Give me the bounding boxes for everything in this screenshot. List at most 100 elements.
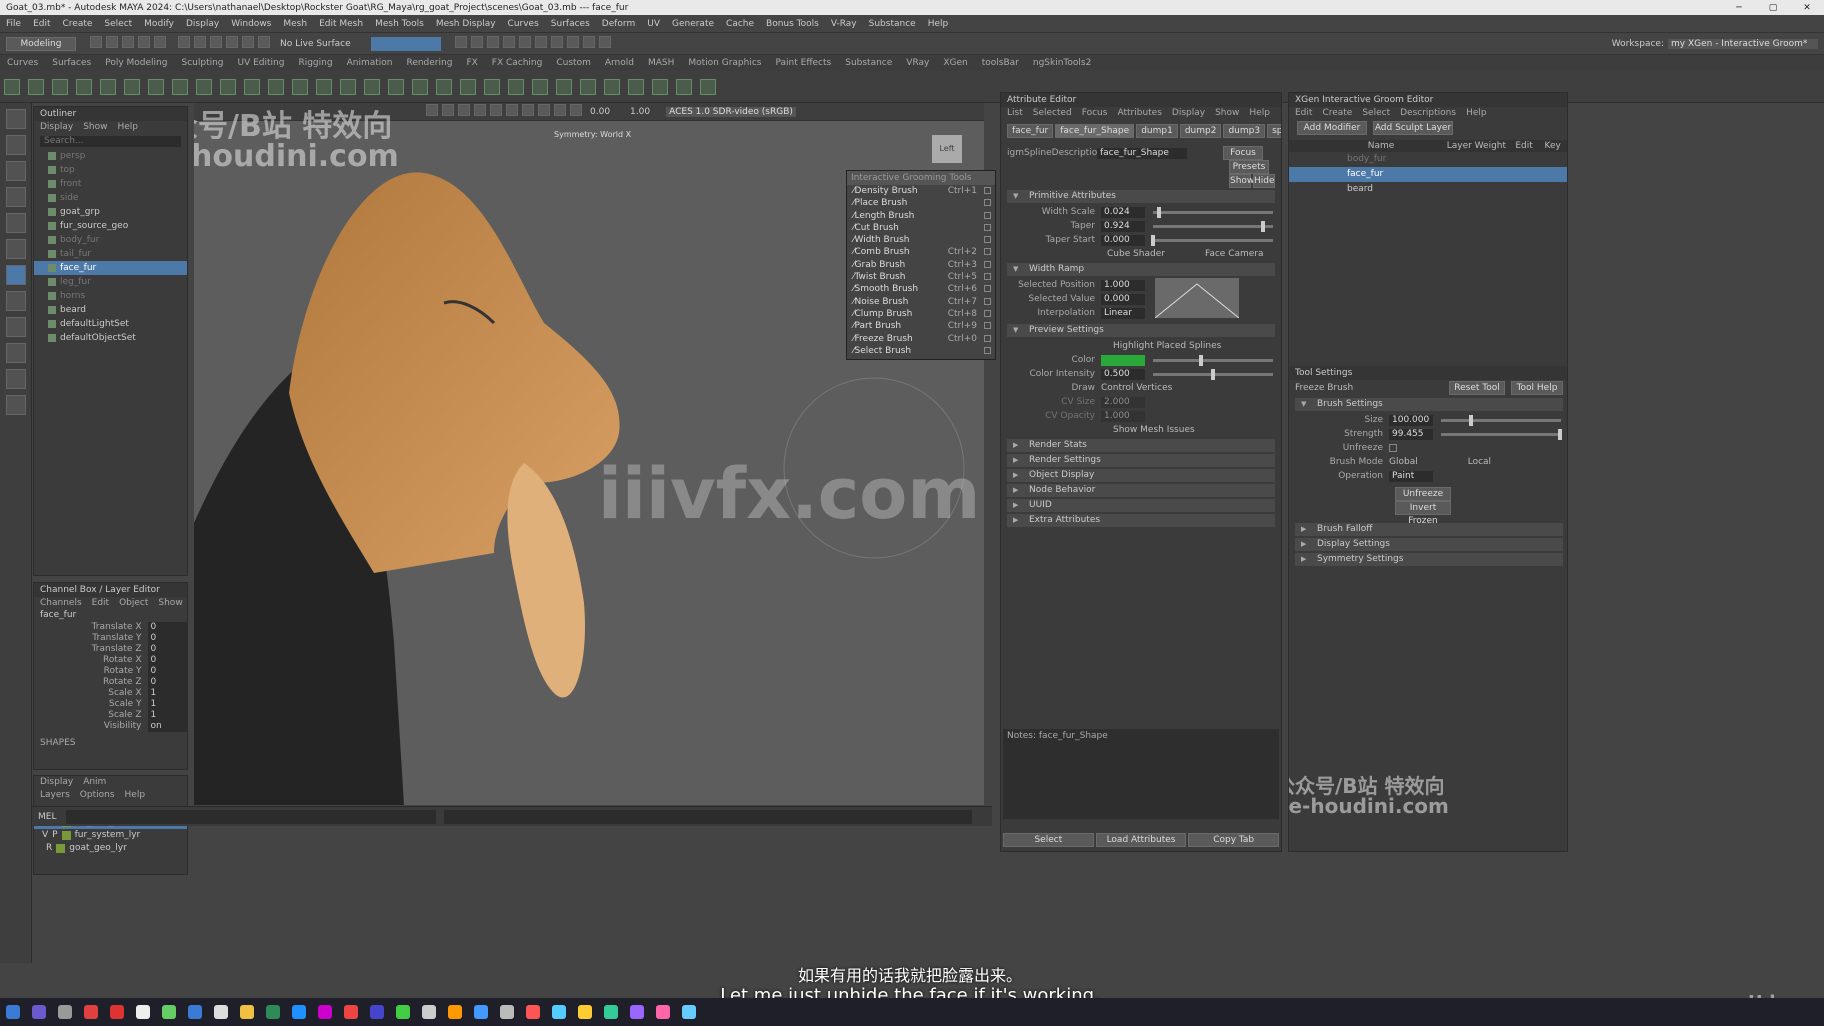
brush-option-box[interactable] bbox=[984, 309, 991, 317]
channel-row[interactable]: Scale X 1 bbox=[34, 688, 187, 699]
menu-mesh-display[interactable]: Mesh Display bbox=[430, 19, 502, 29]
taskbar-app-icon[interactable] bbox=[136, 1005, 150, 1019]
shelf-tool-icon[interactable] bbox=[220, 78, 236, 95]
taskbar-app-icon[interactable] bbox=[604, 1005, 618, 1019]
taskbar-app-icon[interactable] bbox=[58, 1005, 72, 1019]
brush-item[interactable]: ⁄ Density Brush Ctrl+1 bbox=[847, 185, 995, 197]
brush-option-box[interactable] bbox=[984, 236, 991, 244]
shelf-tab-sculpting[interactable]: Sculpting bbox=[174, 58, 230, 68]
ae-menu-list[interactable]: List bbox=[1007, 107, 1023, 120]
ae-load-attributes-button[interactable]: Load Attributes bbox=[1095, 833, 1187, 847]
xgen-row[interactable]: body_fur bbox=[1289, 152, 1567, 167]
channel-row[interactable]: Scale Y 1 bbox=[34, 699, 187, 710]
brush-item[interactable]: ⁄ Grab Brush Ctrl+3 bbox=[847, 259, 995, 271]
shelf-tool-icon[interactable] bbox=[4, 78, 20, 95]
outliner-menu-show[interactable]: Show bbox=[83, 121, 107, 134]
lasso-tool-icon[interactable] bbox=[6, 135, 26, 155]
brush-item[interactable]: ⁄ Place Brush bbox=[847, 197, 995, 209]
strength-handle[interactable] bbox=[1557, 428, 1562, 440]
layer-playback[interactable]: R bbox=[46, 842, 52, 855]
outliner-item[interactable]: leg_fur bbox=[34, 275, 187, 289]
menu-modify[interactable]: Modify bbox=[138, 19, 180, 29]
shelf-tab-animation[interactable]: Animation bbox=[340, 58, 400, 68]
xgen-section[interactable]: Brush Falloff bbox=[1295, 523, 1563, 536]
mesh-issues-checkbox[interactable]: Show Mesh Issues bbox=[1113, 425, 1195, 435]
layout-single-icon[interactable] bbox=[6, 291, 26, 311]
shelf-tab-ngskintools2[interactable]: ngSkinTools2 bbox=[1026, 58, 1098, 68]
ae-section[interactable]: UUID bbox=[1007, 499, 1275, 512]
outliner-item[interactable]: persp bbox=[34, 149, 187, 163]
intensity-slider[interactable] bbox=[1153, 368, 1273, 380]
face-camera-checkbox[interactable]: Face Camera bbox=[1205, 249, 1264, 259]
shelf-tool-icon[interactable] bbox=[460, 78, 476, 95]
mode-local-radio[interactable]: Local bbox=[1468, 457, 1491, 467]
menu-mesh-tools[interactable]: Mesh Tools bbox=[369, 19, 430, 29]
outliner-item[interactable]: tail_fur bbox=[34, 247, 187, 261]
outliner-item[interactable]: top bbox=[34, 163, 187, 177]
size-slider[interactable] bbox=[1441, 414, 1561, 426]
channel-value[interactable]: 0 bbox=[147, 655, 187, 666]
menu-help[interactable]: Help bbox=[922, 19, 955, 29]
outliner-menu-display[interactable]: Display bbox=[40, 121, 73, 134]
brush-option-box[interactable] bbox=[984, 211, 991, 219]
shelf-tab-fx-caching[interactable]: FX Caching bbox=[485, 58, 550, 68]
close-icon[interactable]: ✕ bbox=[1790, 3, 1824, 13]
menu-edit[interactable]: Edit bbox=[27, 19, 56, 29]
width-scale-slider[interactable] bbox=[1153, 206, 1273, 218]
channel-menu-object[interactable]: Object bbox=[119, 597, 148, 610]
tool-help-button[interactable]: Tool Help bbox=[1511, 381, 1563, 395]
xgen-row[interactable]: beard bbox=[1289, 182, 1567, 197]
brush-item[interactable]: ⁄ Clump Brush Ctrl+8 bbox=[847, 308, 995, 320]
brush-option-box[interactable] bbox=[984, 346, 991, 354]
menu-file[interactable]: File bbox=[0, 19, 27, 29]
size-field[interactable]: 100.000 bbox=[1389, 414, 1433, 426]
ae-menu-help[interactable]: Help bbox=[1249, 107, 1270, 120]
last-tool-icon[interactable] bbox=[6, 265, 26, 285]
taskbar-app-icon[interactable] bbox=[188, 1005, 202, 1019]
brush-item[interactable]: ⁄ Noise Brush Ctrl+7 bbox=[847, 296, 995, 308]
outliner-item[interactable]: face_fur bbox=[34, 261, 187, 275]
intensity-field[interactable]: 0.500 bbox=[1101, 368, 1145, 380]
shelf-tool-icon[interactable] bbox=[580, 78, 596, 95]
ramp-val-field[interactable]: 0.000 bbox=[1101, 293, 1145, 305]
shelf-tab-mash[interactable]: MASH bbox=[641, 58, 681, 68]
shelf-tool-icon[interactable] bbox=[508, 78, 524, 95]
taskbar-app-icon[interactable] bbox=[370, 1005, 384, 1019]
menu-uv[interactable]: UV bbox=[641, 19, 666, 29]
brush-option-box[interactable] bbox=[984, 334, 991, 342]
shelf-tool-icon[interactable] bbox=[604, 78, 620, 95]
ae-menu-display[interactable]: Display bbox=[1172, 107, 1205, 120]
ae-section[interactable]: Render Stats bbox=[1007, 439, 1275, 452]
outliner-search-input[interactable]: Search... bbox=[40, 136, 181, 147]
taskbar-app-icon[interactable] bbox=[630, 1005, 644, 1019]
brush-option-box[interactable] bbox=[984, 199, 991, 207]
xgen-col-layer-weight[interactable]: Layer Weight bbox=[1443, 141, 1510, 151]
brush-item[interactable]: ⁄ Select Brush bbox=[847, 345, 995, 357]
taskbar-app-icon[interactable] bbox=[656, 1005, 670, 1019]
menu-surfaces[interactable]: Surfaces bbox=[545, 19, 596, 29]
taskbar-app-icon[interactable] bbox=[266, 1005, 280, 1019]
layer-tab-display[interactable]: Display bbox=[40, 776, 73, 789]
taskbar-app-icon[interactable] bbox=[240, 1005, 254, 1019]
layer-color-swatch[interactable] bbox=[61, 831, 71, 840]
brush-option-box[interactable] bbox=[984, 285, 991, 293]
desc-field[interactable]: face_fur_Shape bbox=[1097, 147, 1187, 159]
shelf-tab-paint-effects[interactable]: Paint Effects bbox=[769, 58, 839, 68]
focus-button[interactable]: Focus bbox=[1223, 146, 1263, 160]
ae-menu-show[interactable]: Show bbox=[1215, 107, 1239, 120]
channel-row[interactable]: Visibility on bbox=[34, 721, 187, 732]
brush-option-box[interactable] bbox=[984, 297, 991, 305]
shelf-tool-icon[interactable] bbox=[100, 78, 116, 95]
input-field[interactable] bbox=[370, 36, 441, 51]
ae-tab[interactable]: face_fur_Shape bbox=[1055, 124, 1135, 138]
layer-menu-options[interactable]: Options bbox=[80, 789, 115, 802]
shelf-tool-icon[interactable] bbox=[124, 78, 140, 95]
maximize-icon[interactable]: ▢ bbox=[1756, 3, 1790, 13]
taper-start-slider[interactable] bbox=[1151, 234, 1273, 246]
xgen-row[interactable]: face_fur bbox=[1289, 167, 1567, 182]
intensity-handle[interactable] bbox=[1211, 368, 1215, 380]
brush-option-box[interactable] bbox=[984, 273, 991, 281]
layer-tab-anim[interactable]: Anim bbox=[83, 776, 106, 789]
channel-row[interactable]: Translate Y 0 bbox=[34, 633, 187, 644]
shelf-tool-icon[interactable] bbox=[388, 78, 404, 95]
